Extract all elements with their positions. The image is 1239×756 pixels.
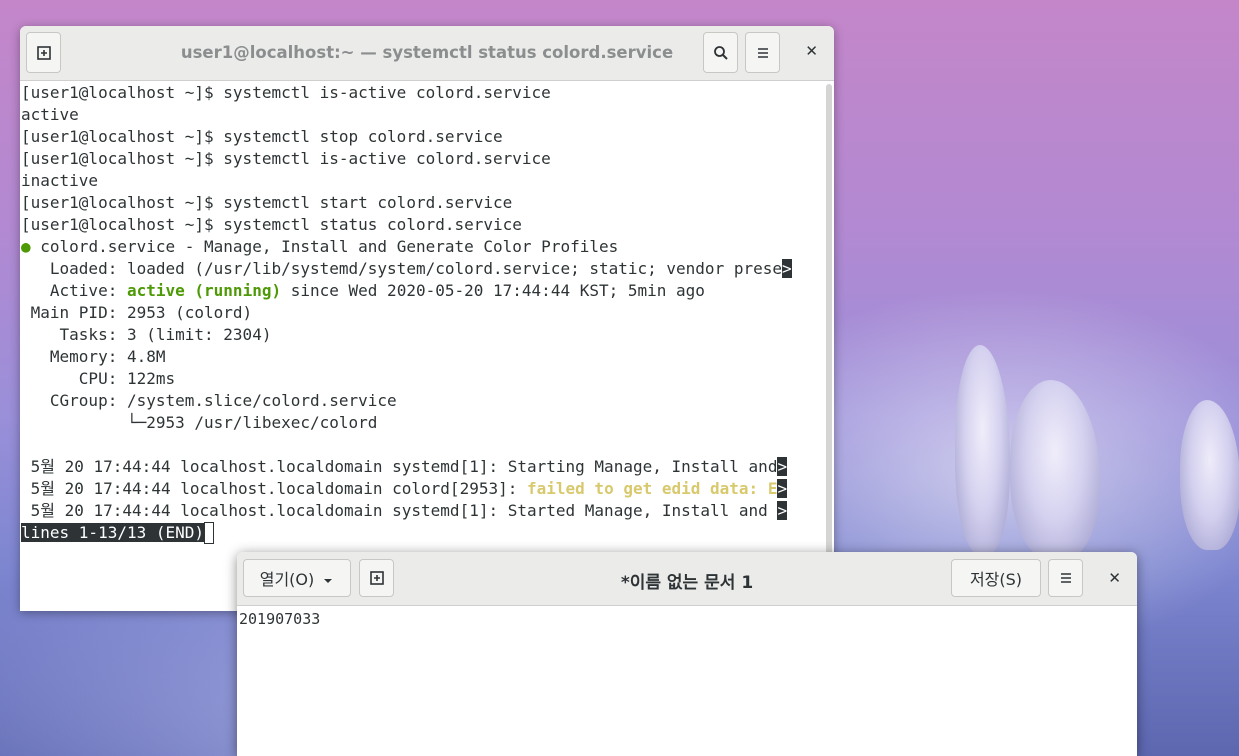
cpu-line: CPU: 122ms — [21, 369, 176, 388]
text-editor-window[interactable]: 열기(O) *이름 없는 문서 1 저장(S) ✕ 201907033 — [237, 552, 1137, 756]
terminal-line: inactive — [21, 171, 99, 190]
memory-line: Memory: 4.8M — [21, 347, 166, 366]
search-icon — [713, 45, 728, 60]
hamburger-menu-icon — [1060, 573, 1071, 583]
snow-tree-decoration — [1180, 400, 1239, 550]
warning-text: failed to get edid data: E — [527, 479, 778, 498]
log-line: 5월 20 17:44:44 localhost.localdomain sys… — [21, 501, 788, 520]
close-terminal-button[interactable]: ✕ — [805, 42, 818, 60]
truncation-marker: > — [782, 259, 792, 278]
search-button[interactable] — [703, 32, 738, 73]
log-line: 5월 20 17:44:44 localhost.localdomain col… — [21, 479, 788, 498]
cgroup-child-line: └─2953 /usr/libexec/colord — [21, 413, 378, 432]
truncation-marker: > — [777, 501, 788, 520]
text-cursor — [204, 522, 215, 544]
menu-button[interactable] — [745, 32, 780, 73]
menu-button[interactable] — [1048, 559, 1083, 597]
hamburger-menu-icon — [757, 47, 768, 58]
terminal-output[interactable]: [user1@localhost ~]$ systemctl is-active… — [20, 82, 834, 611]
pager-status-line: lines 1-13/13 (END) — [21, 522, 834, 544]
loaded-line: Loaded: loaded (/usr/lib/systemd/system/… — [21, 259, 792, 278]
document-text-area[interactable]: 201907033 — [239, 609, 320, 629]
status-bullet: ● — [21, 237, 31, 256]
terminal-line: [user1@localhost ~]$ systemctl is-active… — [21, 149, 551, 168]
terminal-line: active — [21, 105, 79, 124]
terminal-line: [user1@localhost ~]$ systemctl status co… — [21, 215, 522, 234]
truncation-marker: > — [777, 479, 788, 498]
snow-tree-decoration — [955, 345, 1010, 555]
cgroup-line: CGroup: /system.slice/colord.service — [21, 391, 397, 410]
active-state: active (running) — [126, 281, 282, 300]
save-button[interactable]: 저장(S) — [951, 559, 1041, 597]
log-line: 5월 20 17:44:44 localhost.localdomain sys… — [21, 457, 788, 476]
terminal-window[interactable]: user1@localhost:~ — systemctl status col… — [20, 26, 834, 611]
close-icon: ✕ — [1108, 569, 1121, 587]
terminal-line: [user1@localhost ~]$ systemctl is-active… — [21, 83, 551, 102]
pager-status: lines 1-13/13 (END) — [21, 523, 205, 542]
active-line: Active: active (running) since Wed 2020-… — [21, 281, 705, 300]
terminal-line: [user1@localhost ~]$ systemctl start col… — [21, 193, 513, 212]
terminal-line: [user1@localhost ~]$ systemctl stop colo… — [21, 127, 503, 146]
service-status-line: ● colord.service - Manage, Install and G… — [21, 237, 619, 256]
editor-headerbar: 열기(O) *이름 없는 문서 1 저장(S) ✕ — [237, 552, 1137, 606]
terminal-scrollbar[interactable] — [826, 84, 832, 554]
save-button-label: 저장(S) — [969, 570, 1023, 589]
tasks-line: Tasks: 3 (limit: 2304) — [21, 325, 272, 344]
snow-tree-decoration — [1010, 380, 1100, 560]
close-icon: ✕ — [805, 42, 818, 60]
terminal-headerbar: user1@localhost:~ — systemctl status col… — [20, 26, 834, 81]
close-editor-button[interactable]: ✕ — [1108, 569, 1121, 587]
truncation-marker: > — [777, 457, 788, 476]
main-pid-line: Main PID: 2953 (colord) — [21, 303, 253, 322]
